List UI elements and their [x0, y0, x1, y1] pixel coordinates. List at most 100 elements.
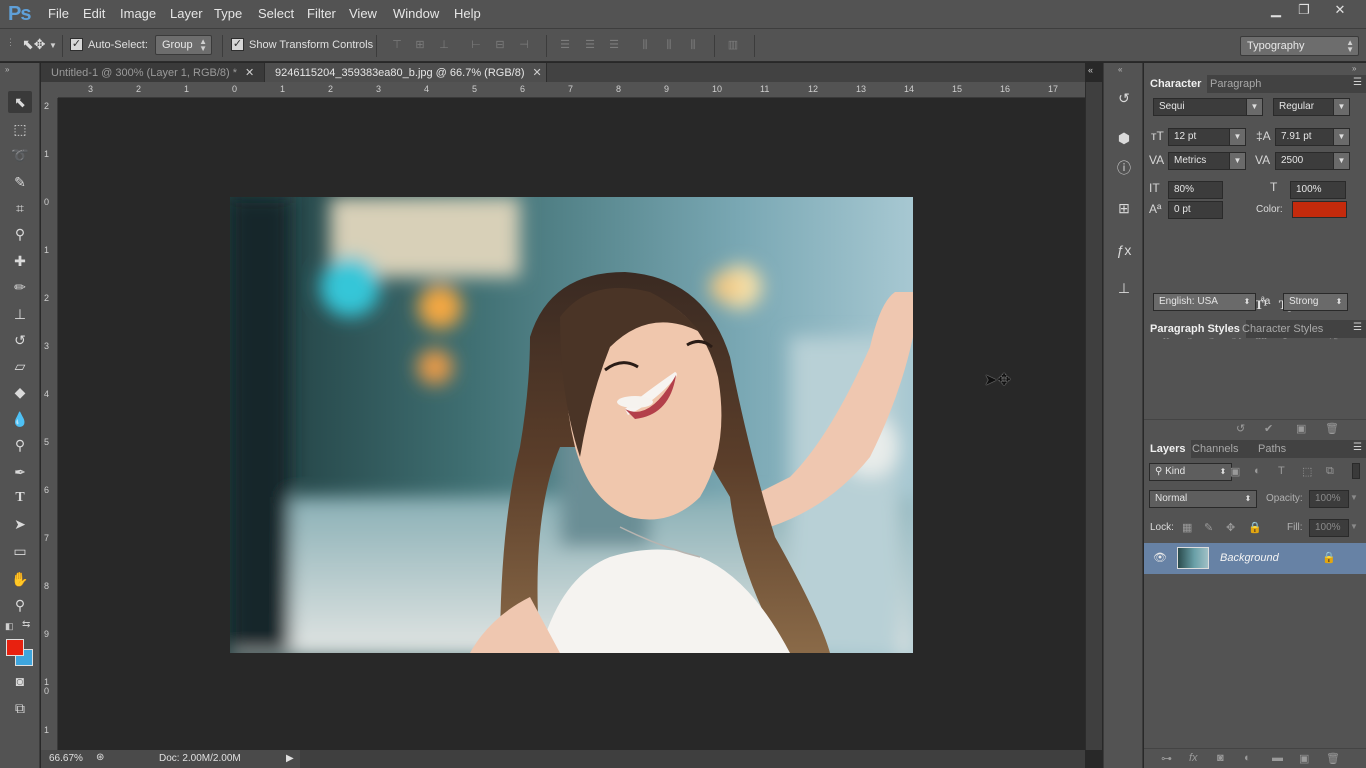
pen-tool-icon[interactable]: ✒ [8, 461, 32, 483]
screen-mode-icon[interactable]: ⧉ [8, 697, 32, 719]
properties-panel-icon[interactable]: ⊞ [1113, 197, 1135, 219]
ruler-origin[interactable] [41, 82, 58, 98]
text-color-swatch[interactable] [1292, 201, 1347, 218]
lock-image-icon[interactable]: ✎ [1204, 521, 1213, 534]
layer-filter-dropdown[interactable]: ⚲ Kind ⬍ [1149, 463, 1232, 481]
path-selection-tool-icon[interactable]: ➤ [8, 513, 32, 535]
hand-tool-icon[interactable]: ✋ [8, 568, 32, 590]
align-hcenter-icon[interactable]: ⊟ [493, 38, 507, 52]
align-top-icon[interactable]: ⊤ [390, 38, 404, 52]
close-tab-icon[interactable]: ✕ [245, 67, 254, 79]
restore-button[interactable]: ❐ [1290, 2, 1318, 18]
antialias-dropdown[interactable]: Strong ⬍ [1283, 293, 1348, 311]
add-mask-icon[interactable]: ◙ [1217, 752, 1224, 764]
font-family-dropdown[interactable]: Sequi ▼ [1153, 98, 1263, 116]
filter-shape-icon[interactable]: ⬚ [1302, 465, 1312, 478]
type-tool-icon[interactable]: T [8, 487, 32, 509]
history-panel-icon[interactable]: ↺ [1113, 87, 1135, 109]
menu-layer[interactable]: Layer [170, 6, 203, 21]
clear-override-icon[interactable]: ↺ [1236, 422, 1245, 435]
distribute-vcenter-icon[interactable]: ☰ [583, 38, 597, 52]
delete-style-icon[interactable]: 🗑 [1325, 422, 1339, 435]
align-bottom-icon[interactable]: ⊥ [437, 38, 451, 52]
link-layers-icon[interactable]: ⊶ [1161, 752, 1172, 765]
baseline-shift-field[interactable]: 0 pt [1168, 201, 1223, 219]
leading-field[interactable]: 7.91 pt ▼ [1275, 128, 1350, 146]
panel-menu-icon[interactable]: ☰ [1353, 77, 1362, 88]
chevron-down-icon[interactable]: ▼ [1350, 493, 1358, 502]
tab-character-styles[interactable]: Character Styles [1236, 320, 1329, 338]
3d-panel-icon[interactable]: ⬢ [1113, 127, 1135, 149]
healing-brush-tool-icon[interactable]: ✚ [8, 250, 32, 272]
new-group-icon[interactable]: ▬ [1272, 752, 1283, 764]
foreground-color-swatch[interactable] [6, 639, 24, 656]
font-size-field[interactable]: 12 pt ▼ [1168, 128, 1246, 146]
close-button[interactable]: ✕ [1326, 2, 1354, 18]
horizontal-scale-field[interactable]: 100% [1290, 181, 1346, 199]
redefine-icon[interactable]: ✔ [1264, 422, 1273, 435]
chevron-down-icon[interactable]: ▼ [1350, 522, 1358, 531]
auto-select-mode-dropdown[interactable]: Group ▲ ▼ [155, 35, 212, 55]
close-tab-icon[interactable]: ✕ [533, 67, 542, 79]
show-transform-checkbox[interactable]: ✓ [231, 38, 244, 51]
distribute-left-icon[interactable]: ⫼ [638, 38, 652, 52]
eraser-tool-icon[interactable]: ▱ [8, 355, 32, 377]
menu-select[interactable]: Select [258, 6, 294, 21]
tab-paths[interactable]: Paths [1252, 440, 1292, 458]
styles-panel-icon[interactable]: ƒx [1113, 239, 1135, 261]
horizontal-scrollbar[interactable] [300, 750, 1085, 768]
history-brush-tool-icon[interactable]: ↺ [8, 329, 32, 351]
delete-layer-icon[interactable]: 🗑 [1326, 752, 1340, 765]
fx-icon[interactable]: fx [1189, 752, 1198, 764]
minimize-button[interactable]: ▁ [1262, 2, 1290, 18]
filter-type-icon[interactable]: T [1278, 465, 1285, 477]
move-tool-preset-icon[interactable]: ⬉✥ [22, 36, 45, 53]
zoom-tool-icon[interactable]: ⚲ [8, 594, 32, 616]
document-image[interactable] [230, 197, 913, 653]
quick-selection-tool-icon[interactable]: ✎ [8, 171, 32, 193]
workspace-dropdown[interactable]: Typography ▲ ▼ [1240, 36, 1359, 56]
align-vcenter-icon[interactable]: ⊞ [413, 38, 427, 52]
distribute-right-icon[interactable]: ⫼ [686, 38, 700, 52]
zoom-level[interactable]: 66.67% [49, 753, 83, 764]
language-dropdown[interactable]: English: USA ⬍ [1153, 293, 1256, 311]
filter-toggle[interactable] [1352, 463, 1360, 479]
tab-paragraph[interactable]: Paragraph [1204, 75, 1267, 93]
distribute-bottom-icon[interactable]: ☰ [607, 38, 621, 52]
swap-colors-icon[interactable]: ⇆ [22, 619, 30, 630]
status-info-icon[interactable]: ⊛ [96, 752, 104, 763]
tab-layers[interactable]: Layers [1144, 440, 1192, 458]
expand-icon[interactable]: « [1088, 65, 1093, 75]
horizontal-ruler[interactable]: 3 2 1 0 1 2 3 4 5 6 7 8 9 10 11 12 13 14 15 16 17 [58, 82, 1085, 98]
auto-select-checkbox[interactable]: ✓ [70, 38, 83, 51]
font-style-dropdown[interactable]: Regular ▼ [1273, 98, 1350, 116]
clone-stamp-tool-icon[interactable]: ⊥ [8, 303, 32, 325]
menu-window[interactable]: Window [393, 6, 439, 21]
brush-tool-icon[interactable]: ✏ [8, 276, 32, 298]
lasso-tool-icon[interactable]: ➰ [8, 144, 32, 166]
move-tool-icon[interactable]: ⬉ [8, 91, 32, 113]
rectangle-tool-icon[interactable]: ▭ [8, 540, 32, 562]
panel-menu-icon[interactable]: ☰ [1353, 322, 1362, 333]
menu-image[interactable]: Image [120, 6, 156, 21]
distribute-hcenter-icon[interactable]: ⫼ [662, 38, 676, 52]
tab-untitled-1[interactable]: Untitled-1 @ 300% (Layer 1, RGB/8) * ✕ [41, 63, 265, 82]
opacity-field[interactable]: 100% [1309, 490, 1349, 508]
menu-edit[interactable]: Edit [83, 6, 105, 21]
auto-align-layers-icon[interactable]: ▥ [726, 38, 740, 52]
collapse-icon[interactable]: « [1118, 65, 1122, 74]
lock-transparent-icon[interactable]: ▦ [1182, 521, 1192, 534]
collapse-icon[interactable]: » [5, 65, 9, 74]
marquee-tool-icon[interactable]: ⬚ [8, 118, 32, 140]
collapse-icon[interactable]: » [1352, 64, 1356, 73]
menu-type[interactable]: Type [214, 6, 242, 21]
lock-all-icon[interactable]: 🔒 [1248, 521, 1262, 534]
tab-channels[interactable]: Channels [1186, 440, 1244, 458]
crop-tool-icon[interactable]: ⌗ [8, 197, 32, 219]
lock-position-icon[interactable]: ✥ [1226, 521, 1235, 534]
distribute-top-icon[interactable]: ☰ [558, 38, 572, 52]
panel-menu-icon[interactable]: ☰ [1353, 442, 1362, 453]
vertical-ruler[interactable]: 2101234567891 01 [41, 98, 58, 750]
default-colors-icon[interactable]: ◧ [5, 621, 14, 632]
status-menu-arrow-icon[interactable]: ▶ [286, 753, 294, 764]
